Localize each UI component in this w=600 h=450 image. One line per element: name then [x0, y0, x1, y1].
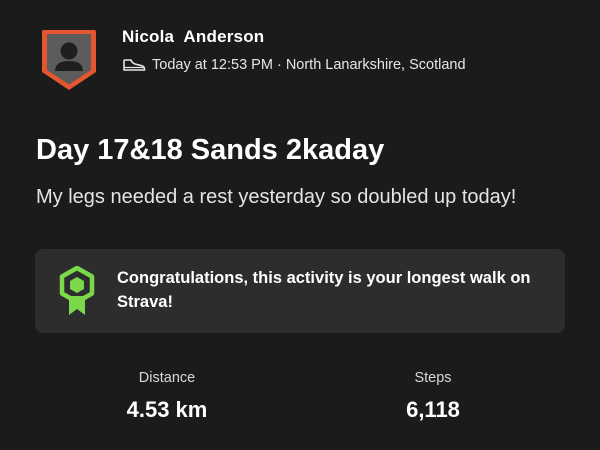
stat-value: 4.53 km [126, 397, 208, 422]
activity-title[interactable]: Day 17&18 Sands 2kaday [36, 134, 384, 167]
activity-timestamp: Today at 12:53 PM [152, 57, 273, 73]
achievement-card[interactable]: Congratulations, this activity is your l… [35, 249, 565, 333]
stat-steps: Steps 6,118 [333, 370, 533, 423]
shoe-icon [123, 59, 146, 71]
activity-meta: Today at 12:53 PM · North Lanarkshire, S… [122, 55, 466, 75]
stat-label: Steps [414, 370, 452, 386]
stat-value: 6,118 [406, 397, 460, 422]
stat-label: Distance [138, 370, 196, 386]
stat-distance: Distance 4.53 km [67, 370, 267, 423]
athlete-avatar[interactable] [40, 28, 98, 92]
meta-separator: · [272, 57, 286, 73]
achievement-badge-icon [59, 266, 95, 315]
activity-description: My legs needed a rest yesterday so doubl… [36, 186, 517, 208]
activity-location: North Lanarkshire, Scotland [285, 57, 466, 73]
achievement-text: Congratulations, this activity is your l… [117, 269, 531, 311]
athlete-name[interactable]: Nicola Anderson [122, 27, 264, 47]
avatar-icon [42, 30, 96, 90]
